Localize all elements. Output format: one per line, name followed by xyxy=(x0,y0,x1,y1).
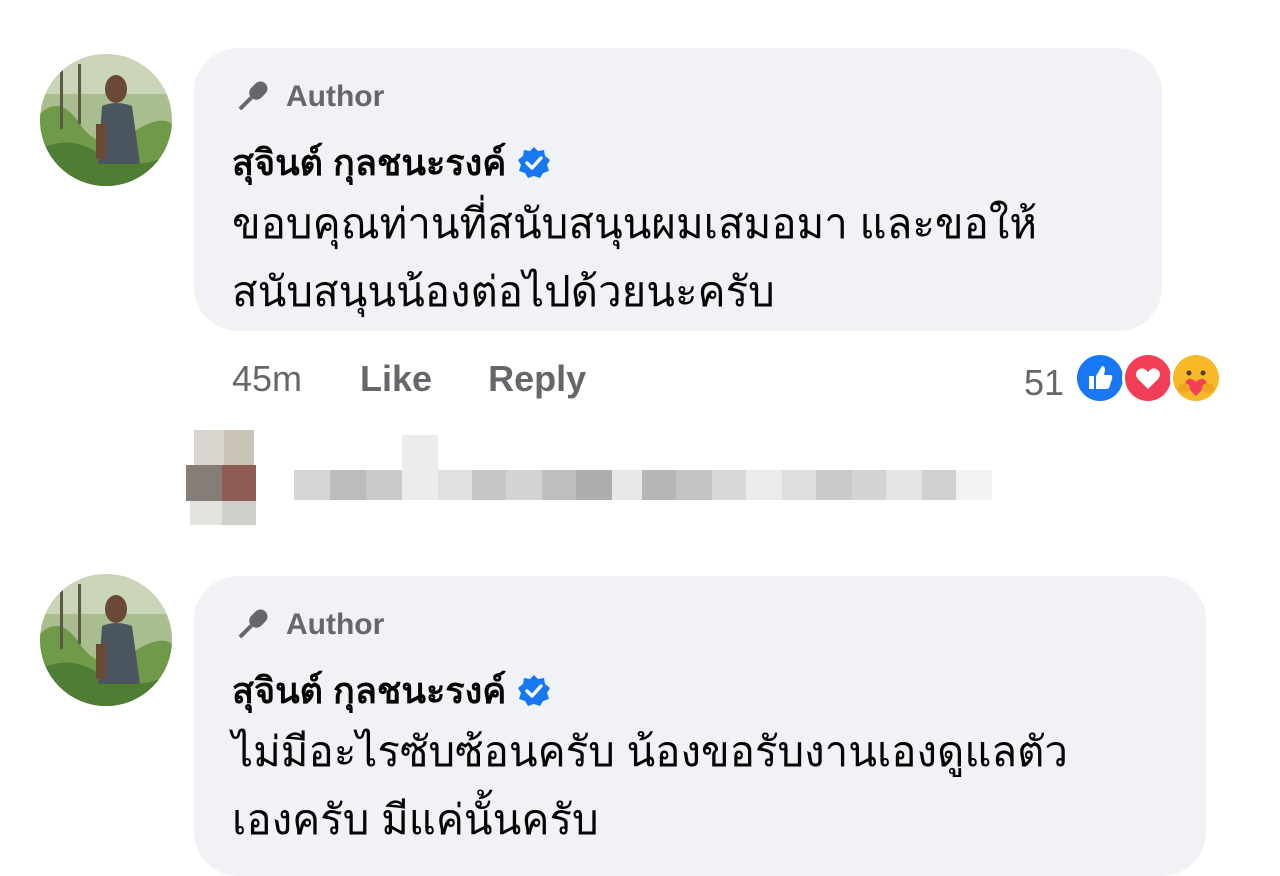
microphone-icon xyxy=(238,609,268,639)
comment-text-line: ไม่มีอะไรซับซ้อนครับ น้องขอรับงานเองดูแล… xyxy=(232,728,1068,775)
commenter-name-row: สุจินต์ กุลชนะรงค์ xyxy=(232,134,552,191)
author-badge: Author xyxy=(232,78,384,116)
author-badge: Author xyxy=(232,606,384,644)
redacted-comment xyxy=(186,430,996,525)
commenter-name[interactable]: สุจินต์ กุลชนะรงค์ xyxy=(232,662,506,719)
commenter-avatar[interactable] xyxy=(40,574,172,706)
comment-text-line: สนับสนุนน้องต่อไปด้วยนะครับ xyxy=(232,268,775,315)
comment-actions: 45m Like Reply xyxy=(232,358,586,400)
like-button[interactable]: Like xyxy=(360,358,432,400)
commenter-name[interactable]: สุจินต์ กุลชนะรงค์ xyxy=(232,134,506,191)
reaction-count: 51 xyxy=(1024,361,1065,403)
author-label: Author xyxy=(286,80,385,113)
comment-bubble: Author สุจินต์ กุลชนะรงค์ ไม่มีอะไรซับซ้… xyxy=(194,576,1206,876)
reaction-summary[interactable]: 51 xyxy=(1024,350,1224,415)
comment-text: ไม่มีอะไรซับซ้อนครับ น้องขอรับงานเองดูแล… xyxy=(232,718,1068,854)
comment-timestamp[interactable]: 45m xyxy=(232,358,302,400)
comment-text-line: ขอบคุณท่านที่สนับสนุนผมเสมอมา และขอให้ xyxy=(232,200,1038,247)
comment-text: ขอบคุณท่านที่สนับสนุนผมเสมอมา และขอให้ ส… xyxy=(232,190,1037,326)
reply-button[interactable]: Reply xyxy=(488,358,586,400)
author-label: Author xyxy=(286,608,385,641)
microphone-icon xyxy=(238,81,268,111)
commenter-name-row: สุจินต์ กุลชนะรงค์ xyxy=(232,662,552,719)
verified-badge-icon xyxy=(518,674,551,706)
comment-text-line: เองครับ มีแค่นั้นครับ xyxy=(232,796,599,843)
commenter-avatar[interactable] xyxy=(40,54,172,186)
care-reaction-icon xyxy=(1168,350,1224,415)
comment-bubble: Author สุจินต์ กุลชนะรงค์ ขอบคุณท่านที่ส… xyxy=(194,48,1162,331)
verified-badge-icon xyxy=(518,146,551,178)
